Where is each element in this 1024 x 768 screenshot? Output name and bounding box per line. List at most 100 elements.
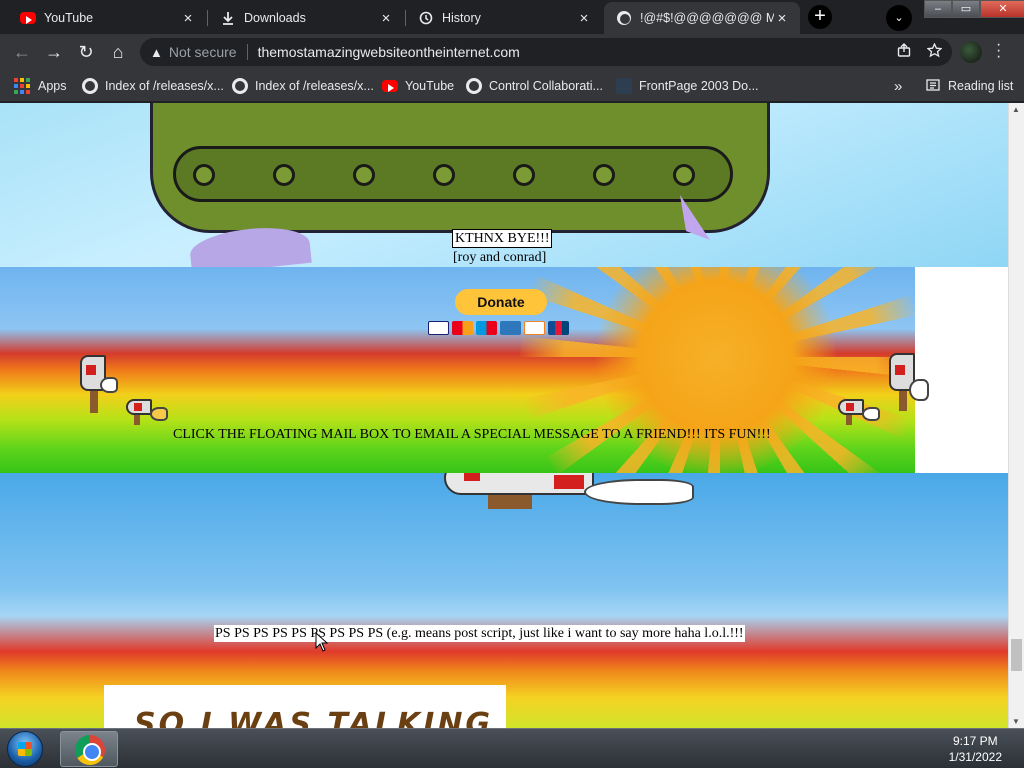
- so-image-text: SO I WAS TALKING: [134, 707, 494, 728]
- download-icon: [220, 10, 236, 26]
- signature-text: [roy and conrad]: [453, 250, 547, 265]
- reading-list-button[interactable]: Reading list: [926, 76, 1013, 96]
- maximize-button[interactable]: ▭: [952, 0, 980, 18]
- mouse-cursor-icon: [315, 632, 329, 652]
- tab-label: YouTube: [44, 11, 94, 25]
- payment-cards: [428, 321, 569, 335]
- start-button[interactable]: [7, 731, 43, 767]
- ps-text: PS PS PS PS PS PS PS PS PS (e.g. means p…: [214, 625, 745, 642]
- kthnx-text: KTHNX BYE!!!: [452, 229, 553, 248]
- rainbow-donate-section: Donate CLICK THE FLOATING MAIL BOX TO EM…: [0, 267, 915, 473]
- tab-history[interactable]: History ×: [406, 2, 602, 34]
- floating-mailbox[interactable]: [889, 353, 935, 417]
- bookmark-label: Index of /releases/x...: [255, 79, 374, 93]
- floating-mailbox[interactable]: [76, 355, 122, 417]
- close-window-button[interactable]: ✕: [980, 0, 1024, 18]
- bookmarks-bar: Apps Index of /releases/x... Index of /r…: [0, 70, 1024, 102]
- youtube-icon: [20, 10, 36, 26]
- tab-youtube[interactable]: YouTube ×: [8, 2, 206, 34]
- mailbox-flag: [554, 475, 584, 489]
- page-viewport: KTHNX BYE!!! [roy and conrad] Donate CLI…: [0, 103, 1008, 728]
- close-tab-icon[interactable]: ×: [180, 10, 196, 27]
- bookmark-apps[interactable]: Apps: [14, 76, 67, 96]
- floating-mailbox[interactable]: [126, 397, 170, 429]
- floating-mailbox-large[interactable]: [444, 473, 704, 525]
- bookmark-control-collaboration[interactable]: Control Collaborati...: [466, 76, 603, 96]
- mailbox-flag: [895, 365, 905, 375]
- maestro-card-icon: [476, 321, 497, 335]
- bookmark-index-releases-2[interactable]: Index of /releases/x...: [232, 76, 374, 96]
- security-label[interactable]: Not secure: [169, 44, 237, 60]
- minimize-button[interactable]: –: [924, 0, 952, 18]
- profile-avatar[interactable]: [960, 41, 982, 63]
- tank-wheel: [273, 164, 295, 186]
- forward-button[interactable]: →: [42, 40, 66, 64]
- window-controls: – ▭ ✕: [924, 0, 1024, 20]
- ps-section: PS PS PS PS PS PS PS PS PS (e.g. means p…: [0, 473, 1008, 728]
- page-icon: [616, 78, 632, 94]
- scroll-down-icon[interactable]: ▼: [1012, 717, 1020, 726]
- scrollbar-thumb[interactable]: [1011, 639, 1022, 671]
- url-text[interactable]: themostamazingwebsiteontheinternet.com: [258, 44, 520, 60]
- tab-downloads[interactable]: Downloads ×: [208, 2, 404, 34]
- scroll-up-icon[interactable]: ▲: [1012, 105, 1020, 114]
- mailbox-post: [488, 495, 532, 509]
- taskbar-chrome-button[interactable]: [60, 731, 118, 767]
- tank-wheel: [433, 164, 455, 186]
- bookmark-label: FrontPage 2003 Do...: [639, 79, 759, 93]
- discover-card-icon: [524, 321, 545, 335]
- mailbox-post: [134, 415, 140, 425]
- mastercard-icon: [452, 321, 473, 335]
- omnibox-actions: [897, 42, 943, 61]
- page-scrollbar[interactable]: ▲ ▼: [1008, 103, 1024, 728]
- bookmark-index-releases-1[interactable]: Index of /releases/x...: [82, 76, 224, 96]
- close-tab-icon[interactable]: ×: [378, 10, 394, 27]
- mailbox-hand: [584, 479, 694, 505]
- floating-mailbox[interactable]: [838, 397, 882, 429]
- bookmark-label: Apps: [38, 79, 67, 93]
- bookmark-frontpage-2003[interactable]: FrontPage 2003 Do...: [616, 76, 759, 96]
- address-bar[interactable]: ▲ Not secure themostamazingwebsiteonthei…: [140, 38, 952, 66]
- new-tab-button[interactable]: +: [808, 5, 832, 29]
- reading-list-label: Reading list: [948, 79, 1014, 93]
- bookmark-star-icon[interactable]: [926, 42, 943, 61]
- tank-wheel: [513, 164, 535, 186]
- reload-button[interactable]: ↻: [74, 40, 98, 64]
- history-icon: [418, 10, 434, 26]
- mailbox-hand: [100, 377, 118, 393]
- tab-label: !@#$!@@@@@@@ MY: [640, 11, 774, 25]
- omnibox-separator: [246, 44, 248, 60]
- donate-button[interactable]: Donate: [455, 289, 547, 315]
- home-button[interactable]: ⌂: [106, 40, 130, 64]
- chrome-menu-icon[interactable]: · · ·: [996, 37, 1001, 65]
- chrome-icon: [75, 735, 105, 765]
- clock-date: 1/31/2022: [948, 750, 1002, 764]
- tab-search-button[interactable]: ⌄: [886, 5, 912, 31]
- youtube-icon: [382, 80, 398, 92]
- apps-icon: [14, 78, 30, 94]
- close-tab-icon[interactable]: ×: [774, 10, 790, 27]
- mailbox-hand: [150, 407, 168, 421]
- tab-strip: YouTube × Downloads × History × !@#$!@@@…: [0, 0, 1024, 34]
- mailbox-flag: [134, 403, 142, 411]
- tank-image: [150, 103, 770, 233]
- globe-icon: [232, 78, 248, 94]
- bookmark-youtube[interactable]: YouTube: [382, 76, 454, 96]
- so-i-was-talking-image: SO I WAS TALKING: [104, 685, 506, 728]
- bookmarks-overflow-button[interactable]: »: [894, 76, 902, 96]
- close-tab-icon[interactable]: ×: [576, 10, 592, 27]
- visa-card-icon: [428, 321, 449, 335]
- browser-toolbar: ← → ↻ ⌂ ▲ Not secure themostamazingwebsi…: [0, 34, 1024, 70]
- share-icon[interactable]: [897, 43, 911, 61]
- back-button[interactable]: ←: [10, 40, 34, 64]
- tank-wheel: [673, 164, 695, 186]
- reading-list-icon: [926, 78, 940, 94]
- warning-icon[interactable]: ▲: [150, 45, 163, 60]
- mailbox-flag: [86, 365, 96, 375]
- tab-active-site[interactable]: !@#$!@@@@@@@ MY ×: [604, 2, 800, 34]
- system-clock[interactable]: 9:17 PM 1/31/2022: [949, 733, 1002, 765]
- mailbox-post: [846, 415, 852, 425]
- tab-label: Downloads: [244, 11, 306, 25]
- mailbox-hand: [909, 379, 929, 401]
- mailbox-flag: [464, 473, 480, 481]
